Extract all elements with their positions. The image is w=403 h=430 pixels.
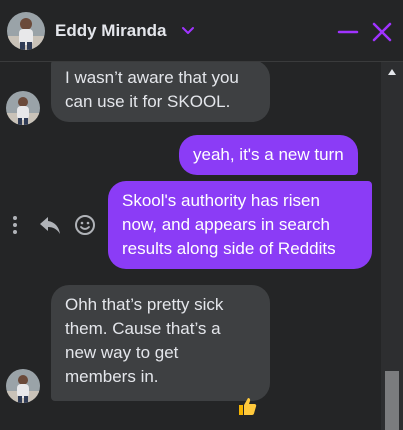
message-bubble-incoming[interactable]: Ohh that’s pretty sick them. Cause that’… [51, 285, 270, 401]
message-bubble-outgoing[interactable]: Skool's authority has risen now, and app… [108, 181, 372, 269]
message-line: them. Cause that’s a [65, 319, 221, 338]
message-list: I wasn’t aware that you can use it for S… [0, 62, 381, 430]
close-icon[interactable] [370, 20, 394, 44]
thumbs-up-icon[interactable] [236, 395, 258, 417]
message-line: can use it for SKOOL. [65, 92, 231, 111]
message-line: members in. [65, 367, 159, 386]
message-line: new way to get [65, 343, 179, 362]
scrollbar-thumb[interactable] [385, 371, 399, 430]
reply-icon[interactable] [38, 214, 62, 236]
minimize-icon[interactable] [336, 22, 360, 42]
message-line: Skool's authority has risen [122, 191, 320, 210]
message-bubble-outgoing[interactable]: yeah, it's a new turn [179, 135, 358, 175]
message-line: yeah, it's a new turn [193, 145, 344, 164]
more-options-icon[interactable] [9, 214, 21, 236]
message-bubble-incoming[interactable]: I wasn’t aware that you can use it for S… [51, 62, 270, 122]
chat-header: Eddy Miranda [0, 0, 403, 62]
scroll-up-arrow-icon[interactable] [387, 68, 397, 76]
contact-avatar-small[interactable] [6, 91, 40, 125]
scrollbar[interactable] [381, 62, 403, 430]
contact-name[interactable]: Eddy Miranda [55, 21, 166, 41]
message-line: I wasn’t aware that you [65, 68, 239, 87]
message-line: Ohh that’s pretty sick [65, 295, 224, 314]
message-line: now, and appears in search [122, 215, 330, 234]
chevron-down-icon[interactable] [181, 26, 195, 36]
contact-avatar-small[interactable] [6, 369, 40, 403]
emoji-reaction-icon[interactable] [74, 214, 96, 236]
contact-avatar[interactable] [7, 12, 45, 50]
message-line: results along side of Reddits [122, 239, 336, 258]
